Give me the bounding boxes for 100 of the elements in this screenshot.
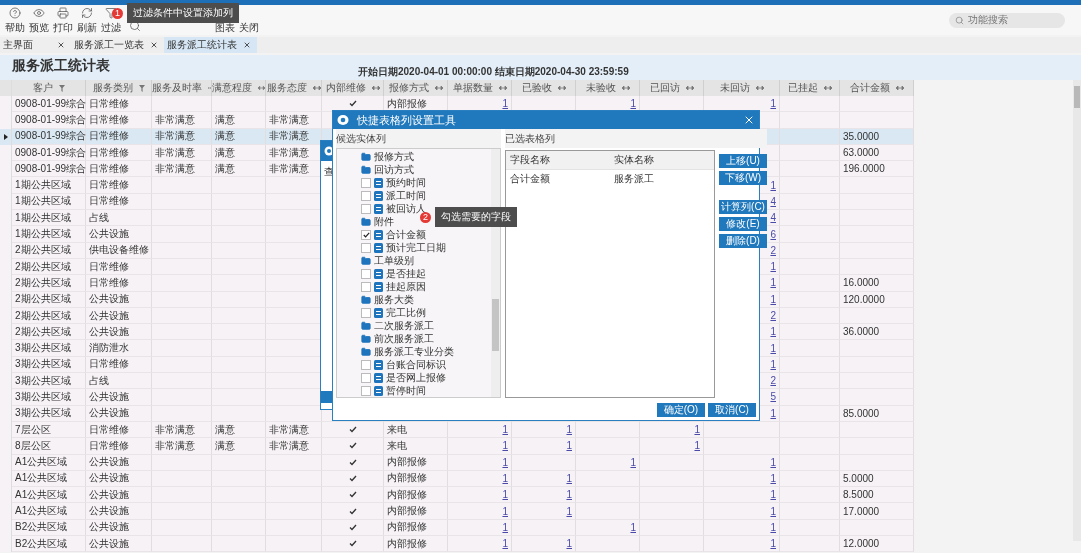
column-header: 实体名称	[613, 153, 655, 167]
table-cell: 满意	[215, 422, 235, 437]
table-cell: 0908-01-99综合	[15, 129, 87, 144]
table-cell: 3期公共区域	[15, 406, 71, 421]
table-cell: 公共设施	[89, 487, 129, 502]
panel-label: 已选表格列	[505, 129, 767, 148]
table-cell: 内部报修	[387, 520, 427, 535]
step-badge: 1	[112, 7, 123, 19]
table-cell: 196.0000	[843, 163, 885, 175]
table-cell: 8.5000	[843, 489, 874, 501]
table-cell: 日常维修	[89, 145, 129, 160]
table-cell: 63.0000	[843, 147, 880, 159]
table-cell: 满意	[215, 145, 235, 160]
table-cell: 日常维修	[89, 259, 129, 274]
table-cell: 17.0000	[843, 505, 880, 517]
table-cell: 85.0000	[843, 407, 880, 419]
table-cell: 非常满意	[269, 161, 309, 176]
table-cell: A1公共区域	[15, 455, 68, 470]
table-cell: 公共设施	[89, 324, 129, 339]
table-cell: 0908-01-99综合	[15, 96, 87, 111]
table-cell: 公共设施	[89, 390, 129, 404]
table-cell: 日常维修	[89, 96, 129, 111]
table-cell: 3期公共区域	[15, 357, 71, 372]
table-cell: 公共设施	[89, 292, 129, 307]
table-cell: 3期公共区域	[15, 341, 71, 356]
table-cell: 7层公区	[15, 422, 51, 437]
table-cell: 占线	[89, 373, 109, 388]
table-cell: 0908-01-99综合	[15, 161, 87, 176]
table-cell: 满意	[215, 161, 235, 176]
table-cell: 内部报修	[387, 487, 427, 502]
table-cell: 非常满意	[155, 129, 195, 144]
table-cell: 满意	[215, 112, 235, 127]
table-cell: 内部报修	[387, 504, 427, 519]
table-cell: A1公共区域	[15, 487, 68, 502]
table-cell: 公共设施	[89, 455, 129, 470]
table-cell: 内部报修	[387, 96, 427, 111]
table-cell: 日常维修	[89, 112, 129, 127]
table-cell: 非常满意	[155, 438, 195, 453]
table-cell: 0908-01-99综合	[15, 112, 87, 127]
table-cell: 日常维修	[89, 129, 129, 144]
table-cell: 120.0000	[843, 293, 885, 305]
table-cell: 2期公共区域	[15, 324, 71, 339]
table-cell: 消防泄水	[89, 341, 129, 356]
table-cell: 2期公共区域	[15, 243, 71, 258]
table-cell: 内部报修	[387, 471, 427, 486]
table-cell: 12.0000	[843, 538, 880, 550]
table-cell: 来电	[387, 438, 407, 453]
table-cell: 非常满意	[269, 438, 309, 453]
table-cell: 非常满意	[269, 112, 309, 127]
table-cell: 非常满意	[269, 422, 309, 437]
table-cell: 非常满意	[269, 129, 309, 144]
table-cell: 内部报修	[387, 455, 427, 470]
date-range: 开始日期2020-04-01 00:00:00 结束日期2020-04-30 23:59:59	[358, 65, 629, 79]
table-cell: 公共设施	[89, 504, 129, 519]
table-cell: 公共设施	[89, 520, 129, 535]
table-cell: 0908-01-99综合	[15, 145, 87, 160]
table-cell: 8层公区	[15, 438, 51, 453]
table-cell: 公共设施	[89, 471, 129, 486]
table-cell: 2期公共区域	[15, 292, 71, 307]
dialog-title: 快捷表格列设置工具	[357, 112, 457, 128]
table-cell: A1公共区域	[15, 504, 68, 519]
table-cell: 非常满意	[155, 422, 195, 437]
table-cell: A1公共区域	[15, 471, 68, 486]
table-cell: 满意	[215, 129, 235, 144]
report-title: 服务派工统计表	[11, 57, 111, 75]
table-cell: 35.0000	[843, 130, 880, 142]
tooltip: 过滤条件中设置添加列	[127, 3, 239, 23]
table-cell: 1期公共区域	[15, 178, 71, 193]
table-cell: 内部报修	[387, 536, 427, 551]
table-cell: 日常维修	[89, 438, 129, 453]
table-cell: 3期公共区域	[15, 373, 71, 388]
table-cell: 满意	[215, 438, 235, 453]
table-cell: 供电设备维修	[89, 243, 149, 258]
table-cell: B2公共区域	[15, 536, 68, 551]
table-cell: 2期公共区域	[15, 308, 71, 323]
table-cell: 非常满意	[269, 145, 309, 160]
tooltip: 勾选需要的字段	[435, 207, 517, 227]
table-cell: 公共设施	[89, 227, 129, 241]
table-cell: 2期公共区域	[15, 259, 71, 274]
table-cell: 日常维修	[89, 161, 129, 176]
table-cell: 16.0000	[843, 277, 880, 289]
table-cell: B2公共区域	[15, 520, 68, 535]
table-cell: 日常维修	[89, 422, 129, 437]
table-cell: 1期公共区域	[15, 210, 71, 225]
column-header: 字段名称	[509, 153, 551, 167]
panel-label: 候选实体列	[336, 129, 501, 148]
table-cell: 日常维修	[89, 357, 129, 372]
table-cell: 3期公共区域	[15, 390, 71, 404]
table-cell: 5.0000	[843, 472, 874, 484]
table-cell: 非常满意	[155, 145, 195, 160]
table-cell: 非常满意	[155, 161, 195, 176]
table-cell: 日常维修	[89, 194, 129, 209]
table-cell: 1期公共区域	[15, 227, 71, 241]
table-cell: 公共设施	[89, 406, 129, 421]
table-cell: 公共设施	[89, 308, 129, 323]
table-cell: 日常维修	[89, 178, 129, 193]
table-cell: 36.0000	[843, 326, 880, 338]
table-cell: 占线	[89, 210, 109, 225]
table-cell: 2期公共区域	[15, 275, 71, 290]
table-cell: 日常维修	[89, 275, 129, 290]
